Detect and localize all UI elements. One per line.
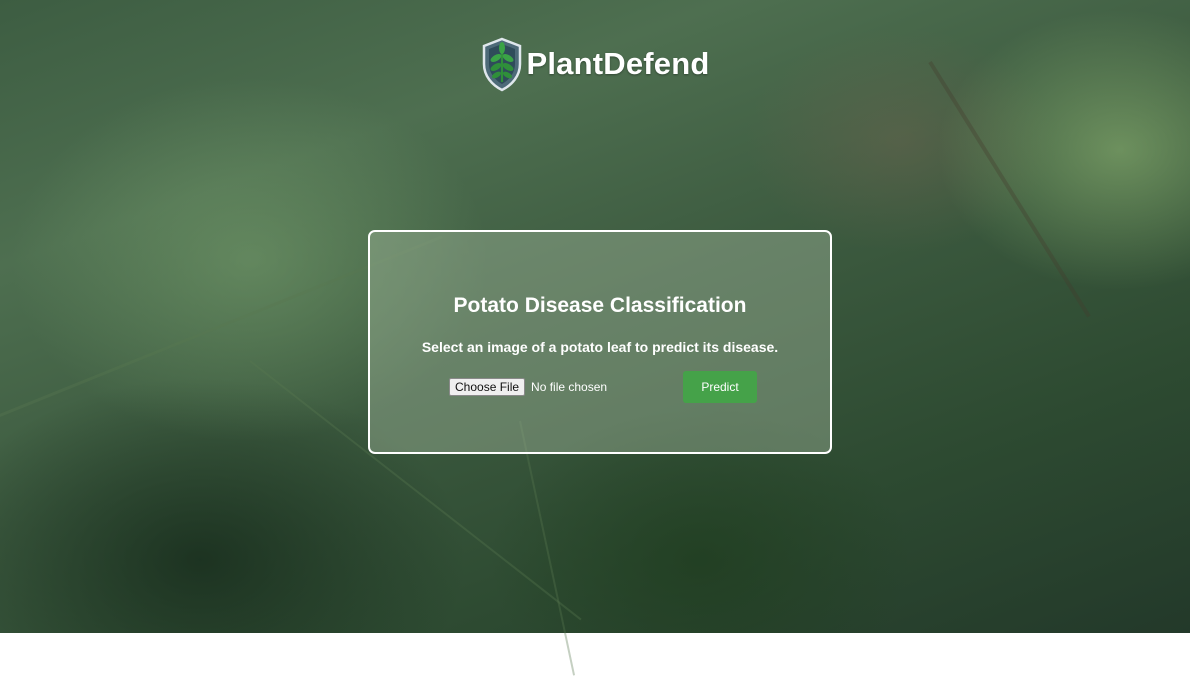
brand-name: PlantDefend [526, 46, 710, 81]
app-header: PlantDefend [0, 36, 1190, 92]
classification-card: Potato Disease Classification Select an … [368, 230, 832, 454]
file-input[interactable]: Choose File No file chosen [449, 378, 607, 396]
choose-file-button[interactable]: Choose File [449, 378, 526, 396]
predict-button[interactable]: Predict [683, 371, 757, 403]
file-status-text: No file chosen [531, 380, 608, 394]
shield-plant-icon [480, 36, 524, 92]
card-title: Potato Disease Classification [453, 294, 747, 317]
card-subtitle: Select an image of a potato leaf to pred… [421, 339, 779, 355]
